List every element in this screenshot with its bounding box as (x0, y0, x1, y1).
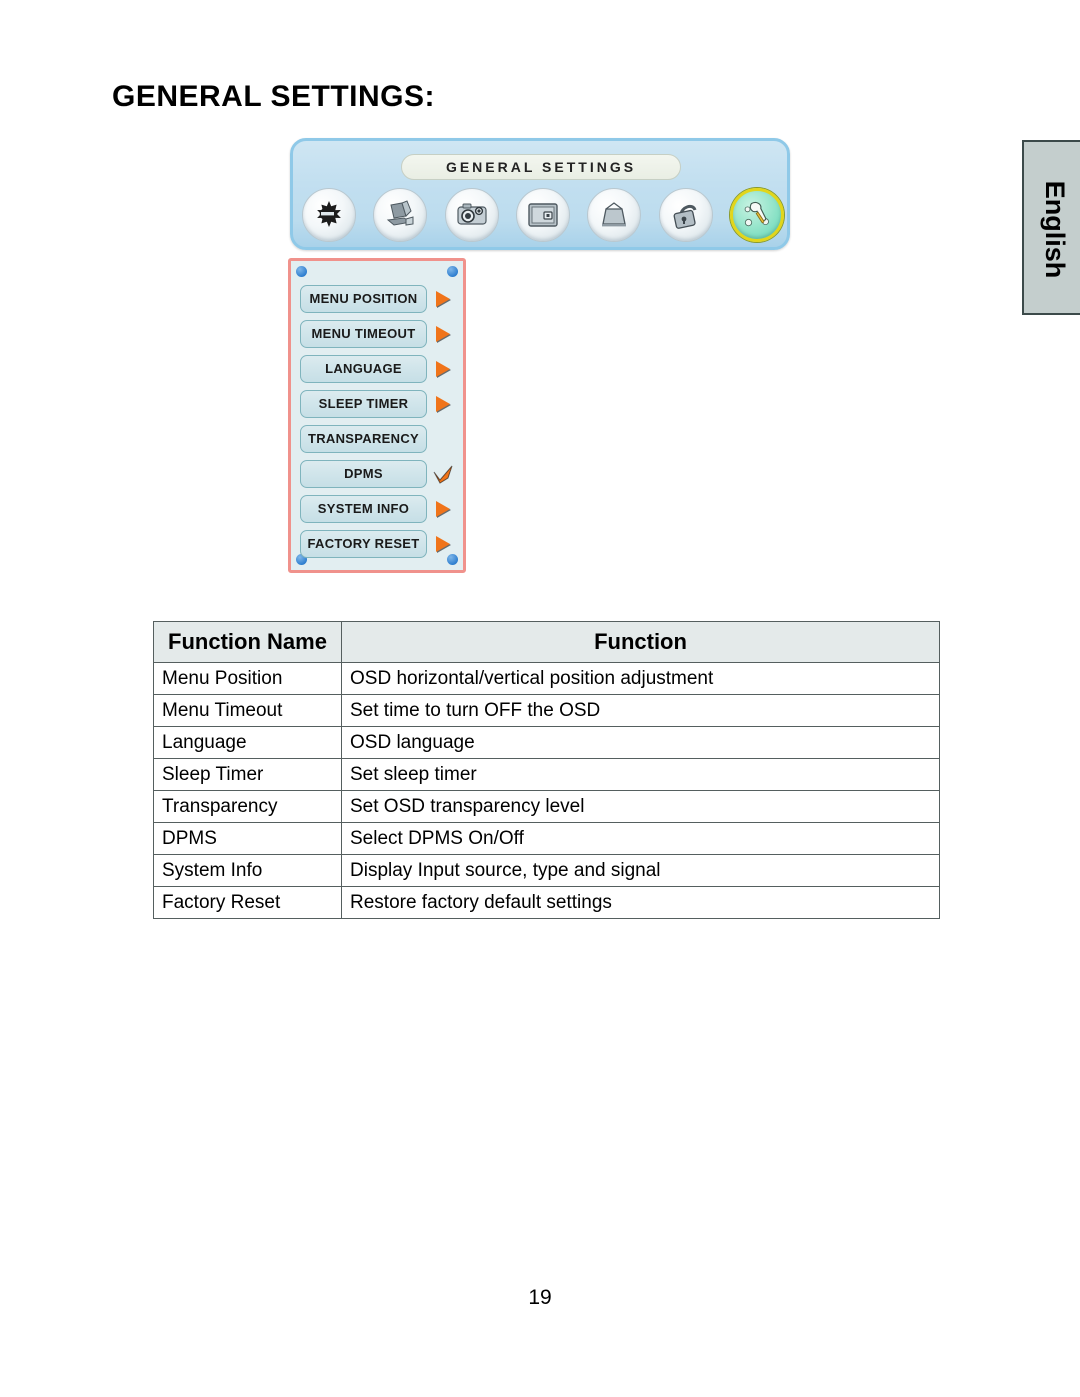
arrow-right-icon (431, 390, 455, 418)
table-header-row: Function Name Function (153, 621, 940, 663)
cell-function-description: Restore factory default settings (341, 886, 940, 919)
osd-menu-row[interactable]: FACTORY RESET (300, 526, 458, 561)
corner-dot-icon (296, 266, 307, 277)
page-title: GENERAL SETTINGS: (112, 80, 435, 113)
cell-function-name: Menu Timeout (153, 694, 342, 727)
arrow-right-icon (431, 530, 455, 558)
check-arrow-icon (431, 460, 455, 488)
header-function: Function (341, 621, 940, 663)
cell-function-description: Set time to turn OFF the OSD (341, 694, 940, 727)
function-table: Function Name Function Menu Position OSD … (153, 621, 940, 919)
osd-icon-bar: GENERAL SETTINGS (290, 138, 790, 250)
language-tab: English (1022, 140, 1080, 315)
osd-menu-row[interactable]: MENU TIMEOUT (300, 316, 458, 351)
cell-function-name: DPMS (153, 822, 342, 855)
color-camera-icon[interactable] (444, 188, 499, 242)
table-row: Language OSD language (153, 726, 940, 759)
cell-function-description: Display Input source, type and signal (341, 854, 940, 887)
cell-function-name: Factory Reset (153, 886, 342, 919)
table-row: System Info Display Input source, type an… (153, 854, 940, 887)
arrow-right-icon (431, 285, 455, 313)
arrow-right-icon (431, 495, 455, 523)
cell-function-name: Language (153, 726, 342, 759)
computer-auto-adjust-icon[interactable] (373, 188, 428, 242)
table-row: Menu Position OSD horizontal/vertical pos… (153, 662, 940, 695)
osd-icon-row (302, 187, 784, 243)
table-body: Menu Position OSD horizontal/vertical pos… (153, 662, 940, 919)
osd-menu-row[interactable]: SYSTEM INFO (300, 491, 458, 526)
table-row: DPMS Select DPMS On/Off (153, 822, 940, 855)
cell-function-description: Select DPMS On/Off (341, 822, 940, 855)
arrow-right-icon (431, 355, 455, 383)
osd-menu-item-transparency[interactable]: TRANSPARENCY (300, 424, 427, 453)
table-row: Sleep Timer Set sleep timer (153, 758, 940, 791)
osd-lock-icon[interactable] (658, 188, 713, 242)
cell-function-description: Set OSD transparency level (341, 790, 940, 823)
table-row: Menu Timeout Set time to turn OFF the OSD (153, 694, 940, 727)
osd-menu-item-sleep-timer[interactable]: SLEEP TIMER (300, 389, 427, 418)
cell-function-name: System Info (153, 854, 342, 887)
cell-function-name: Menu Position (153, 662, 342, 695)
page-number: 19 (528, 1286, 552, 1309)
osd-menu-row[interactable]: LANGUAGE (300, 351, 458, 386)
language-tab-label: English (1040, 180, 1070, 279)
cell-function-description: Set sleep timer (341, 758, 940, 791)
cell-function-description: OSD language (341, 726, 940, 759)
cell-function-name: Sleep Timer (153, 758, 342, 791)
osd-menu-row[interactable]: TRANSPARENCY (300, 421, 458, 456)
picture-screen-icon[interactable] (515, 188, 570, 242)
general-settings-tools-icon[interactable] (729, 188, 784, 242)
osd-menu-item-system-info[interactable]: SYSTEM INFO (300, 494, 427, 523)
osd-title-plate: GENERAL SETTINGS (401, 154, 681, 180)
table-row: Factory Reset Restore factory default set… (153, 886, 940, 919)
arrow-right-icon (431, 320, 455, 348)
brightness-contrast-icon[interactable] (302, 188, 356, 242)
osd-menu-row[interactable]: SLEEP TIMER (300, 386, 458, 421)
geometry-trapezoid-icon[interactable] (587, 188, 642, 242)
osd-menu-row[interactable]: MENU POSITION (300, 281, 458, 316)
cell-function-name: Transparency (153, 790, 342, 823)
cell-function-description: OSD horizontal/vertical position adjustm… (341, 662, 940, 695)
corner-dot-icon (447, 266, 458, 277)
osd-menu-item-menu-position[interactable]: MENU POSITION (300, 284, 427, 313)
osd-menu-item-language[interactable]: LANGUAGE (300, 354, 427, 383)
header-function-name: Function Name (153, 621, 342, 663)
osd-menu-item-factory-reset[interactable]: FACTORY RESET (300, 529, 427, 558)
table-row: Transparency Set OSD transparency level (153, 790, 940, 823)
osd-menu-row[interactable]: DPMS (300, 456, 458, 491)
osd-menu-item-dpms[interactable]: DPMS (300, 459, 427, 488)
osd-menu-items: MENU POSITION MENU TIMEOUT LANGUAGE SLEEP T… (300, 281, 458, 561)
osd-menu-item-menu-timeout[interactable]: MENU TIMEOUT (300, 319, 427, 348)
osd-menu-panel: MENU POSITION MENU TIMEOUT LANGUAGE SLEEP T… (288, 258, 466, 573)
marker-none (431, 425, 455, 453)
